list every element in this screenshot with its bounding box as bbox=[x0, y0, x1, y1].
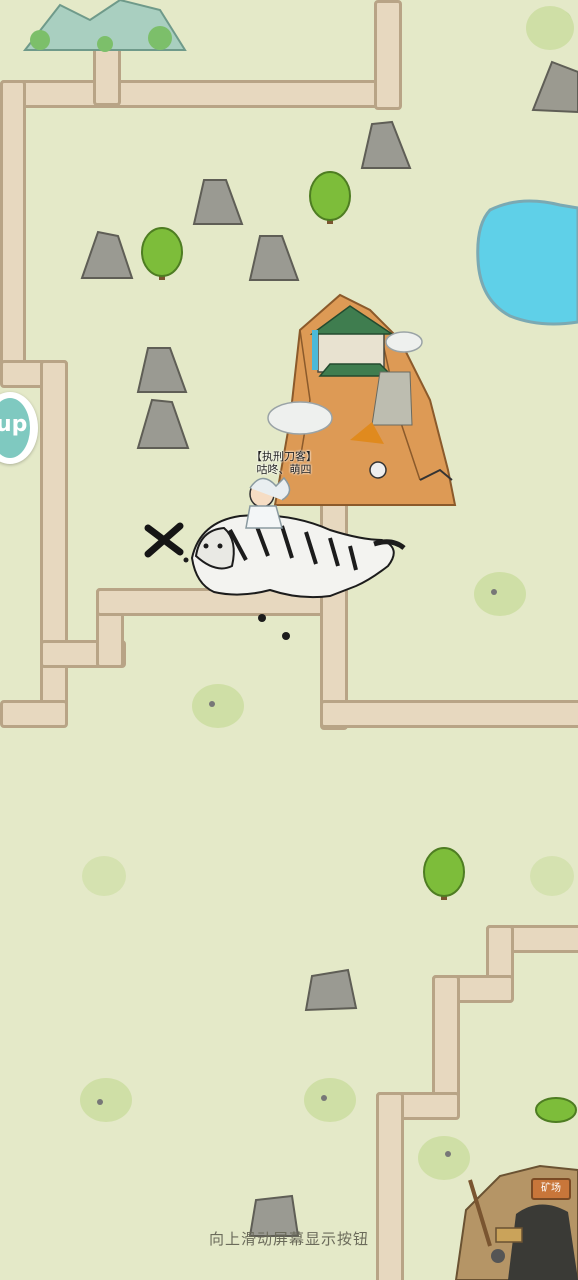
tree-icon bbox=[535, 1097, 577, 1123]
swipe-hint: 向上滑动屏幕显示按钮 bbox=[208, 1230, 369, 1248]
rock-icon bbox=[136, 398, 190, 449]
map-scenery bbox=[22, 0, 578, 1280]
grass-patch-icon bbox=[82, 856, 126, 896]
player-title: 【执刑刀客】 bbox=[251, 450, 317, 463]
close-x-icon[interactable] bbox=[144, 522, 184, 558]
grass-patch-icon bbox=[418, 1136, 470, 1180]
grass-patch-icon bbox=[192, 684, 244, 728]
player-name: 咕咚、萌四 bbox=[256, 463, 312, 476]
tree-icon bbox=[141, 227, 183, 280]
mountain-landscape bbox=[22, 0, 187, 52]
tree-icon bbox=[309, 171, 351, 224]
tree-icon bbox=[423, 847, 465, 900]
rock-icon bbox=[136, 347, 188, 393]
grass-patch-icon bbox=[80, 1078, 132, 1122]
rock-icon bbox=[248, 235, 300, 281]
player-nameplate: 【执刑刀客】 咕咚、萌四 bbox=[244, 450, 324, 476]
lake bbox=[476, 199, 578, 326]
grass-patch-icon bbox=[530, 856, 574, 896]
grass-patch-icon bbox=[474, 572, 526, 616]
grass-patch-icon bbox=[304, 1078, 356, 1122]
rock-icon bbox=[360, 120, 412, 169]
grass-patch-icon bbox=[526, 6, 574, 50]
mine-sign: 矿场 bbox=[531, 1178, 571, 1200]
rock-icon bbox=[192, 179, 244, 225]
side-panel-button-label: up bbox=[0, 412, 28, 437]
rock-icon bbox=[304, 968, 358, 1012]
game-map[interactable]: 矿场 up 【执刑刀客】 咕咚、萌四 向上滑动屏幕显示按钮 bbox=[0, 0, 578, 1280]
rock-icon bbox=[80, 230, 134, 279]
